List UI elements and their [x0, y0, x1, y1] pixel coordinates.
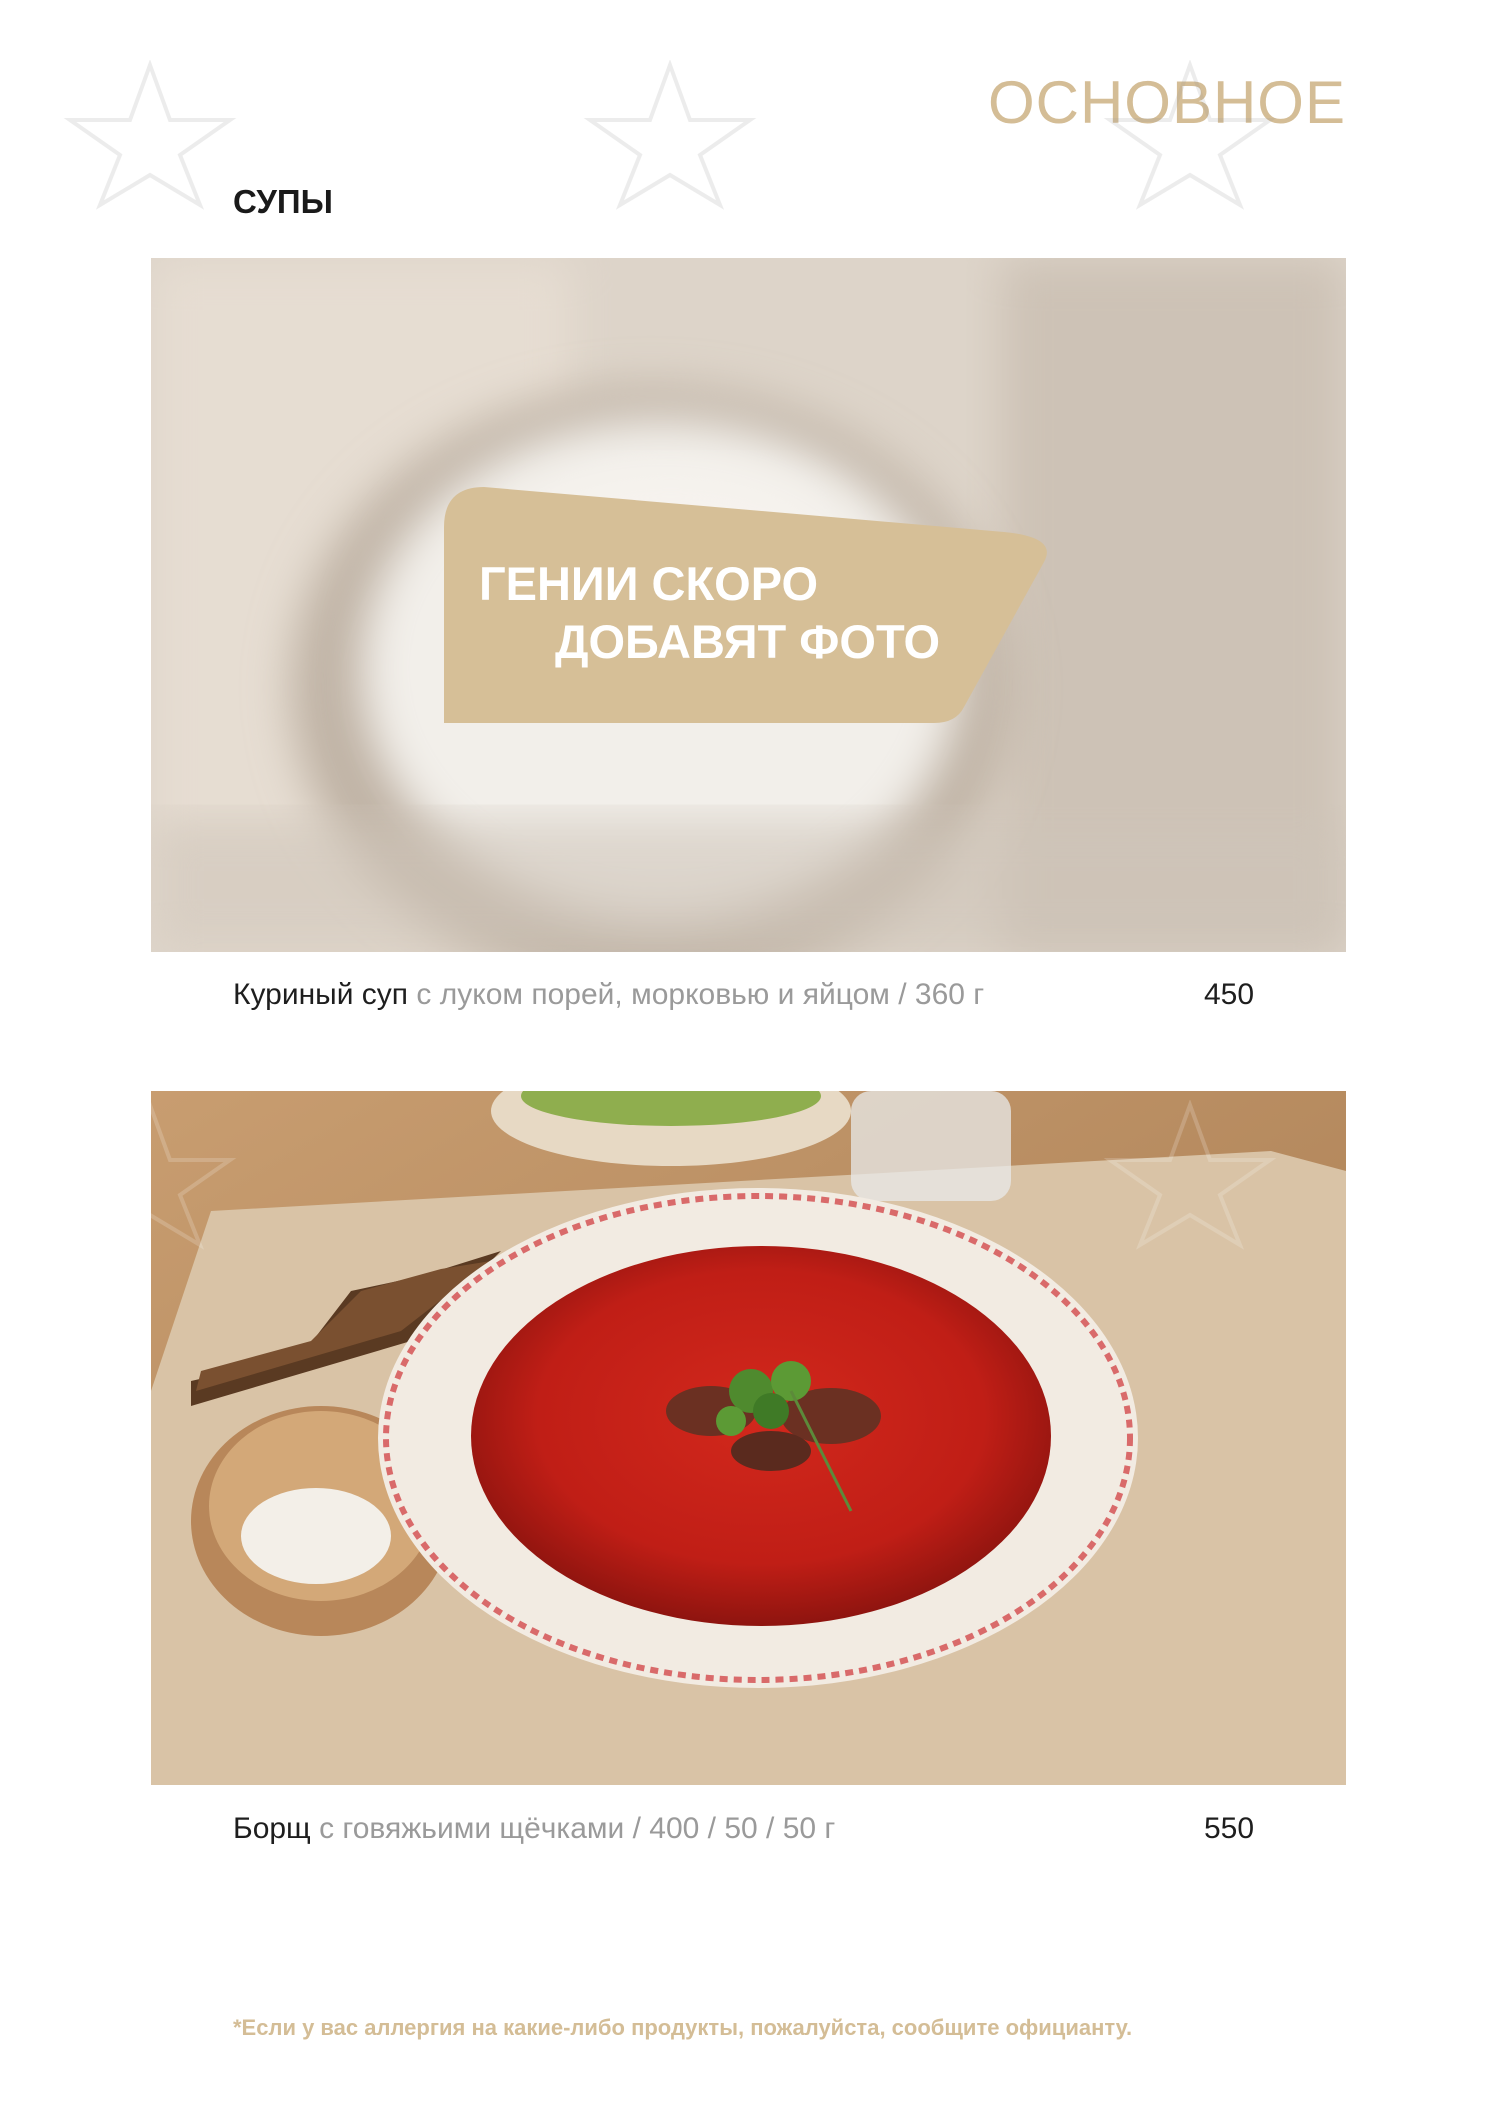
restaurant-guru-watermark	[583, 60, 757, 210]
menu-item-chicken-soup: Куриный суп с луком порей, морковью и яй…	[233, 978, 984, 1012]
item-name: Борщ	[233, 1812, 311, 1845]
borscht-image	[151, 1091, 1346, 1785]
item-description: с говяжьими щёчками / 400 / 50 / 50 г	[319, 1812, 836, 1845]
item-price: 450	[1204, 978, 1255, 1011]
section-title: ОСНОВНОЕ	[987, 69, 1346, 136]
restaurant-guru-watermark	[63, 60, 237, 210]
item-price: 550	[1204, 1812, 1255, 1845]
category-title: СУПЫ	[233, 183, 333, 220]
item-name: Куриный суп	[233, 978, 409, 1011]
item-description: с луком порей, морковью и яйцом / 360 г	[416, 978, 985, 1011]
menu-item-borscht: Борщ с говяжьими щёчками / 400 / 50 / 50…	[233, 1812, 835, 1846]
dish-photo-borscht	[151, 1091, 1346, 1785]
allergy-footnote: *Если у вас аллергия на какие-либо проду…	[233, 2015, 1133, 2040]
placeholder-text-line1: ГЕНИИ СКОРО	[479, 557, 819, 610]
placeholder-text-line2: ДОБАВЯТ ФОТО	[555, 615, 941, 668]
